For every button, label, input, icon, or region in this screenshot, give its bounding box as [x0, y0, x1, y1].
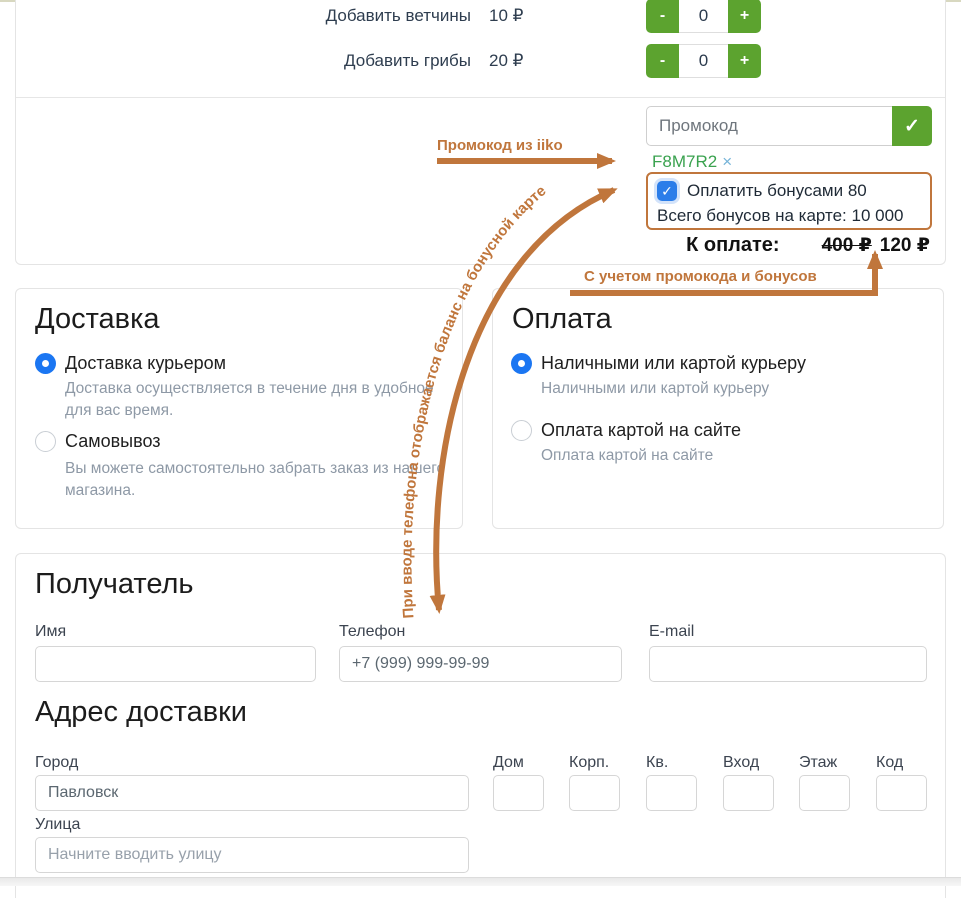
street-label: Улица — [35, 816, 80, 834]
new-price: 120 ₽ — [880, 235, 930, 256]
promo-submit-button[interactable]: ✓ — [892, 106, 932, 146]
applied-promo-code: F8M7R2 × — [652, 152, 732, 172]
addon-label: Добавить грибы — [16, 44, 471, 78]
payment-panel: Оплата Наличными или картой курьеру Нали… — [492, 288, 944, 529]
city-label: Город — [35, 754, 78, 772]
phone-label: Телефон — [339, 623, 405, 641]
checkmark-icon: ✓ — [904, 115, 920, 138]
total-annotation-text: С учетом промокода и бонусов — [584, 268, 817, 285]
addon-row-ham: Добавить ветчины 10 ₽ - 0 + — [16, 0, 945, 33]
delivery-panel: Доставка Доставка курьером Доставка осущ… — [15, 288, 463, 529]
entrance-label: Вход — [723, 754, 759, 772]
checkmark-icon: ✓ — [661, 183, 673, 200]
delivery-courier-description: Доставка осуществляется в течение дня в … — [65, 378, 447, 423]
total-label: К оплате: — [686, 234, 779, 256]
floor-input[interactable] — [799, 775, 850, 811]
bonus-balance-text: Всего бонусов на карте: 10 000 — [657, 206, 921, 226]
delivery-title: Доставка — [35, 303, 160, 336]
radio-delivery-courier[interactable] — [35, 353, 56, 374]
radio-label-cash[interactable]: Наличными или картой курьеру — [541, 353, 806, 374]
order-total: К оплате: 400 ₽ 120 ₽ — [686, 234, 930, 257]
city-input[interactable] — [35, 775, 469, 811]
radio-delivery-pickup[interactable] — [35, 431, 56, 452]
remove-promo-icon[interactable]: × — [722, 152, 732, 171]
addon-price: 10 ₽ — [489, 0, 523, 33]
plus-button[interactable]: + — [728, 44, 761, 78]
plus-button[interactable]: + — [728, 0, 761, 33]
house-input[interactable] — [493, 775, 544, 811]
page-bottom-strip — [0, 877, 961, 886]
radio-label-courier[interactable]: Доставка курьером — [65, 353, 226, 374]
apartment-label: Кв. — [646, 754, 668, 772]
cart-divider — [16, 97, 945, 98]
cart-panel: Добавить ветчины 10 ₽ - 0 + Добавить гри… — [15, 0, 946, 265]
promo-code-group: ✓ — [646, 106, 932, 146]
street-input[interactable] — [35, 837, 469, 873]
bonus-checkbox[interactable]: ✓ — [657, 181, 677, 201]
minus-button[interactable]: - — [646, 44, 679, 78]
quantity-value: 0 — [679, 0, 728, 33]
addon-price: 20 ₽ — [489, 44, 523, 78]
minus-button[interactable]: - — [646, 0, 679, 33]
phone-input[interactable] — [339, 646, 622, 682]
recipient-address-panel: Получатель Имя Телефон E-mail Адрес дост… — [15, 553, 946, 898]
payment-card-description: Оплата картой на сайте — [541, 445, 931, 467]
addon-row-mushrooms: Добавить грибы 20 ₽ - 0 + — [16, 44, 945, 78]
quantity-stepper-ham: - 0 + — [646, 0, 761, 33]
email-label: E-mail — [649, 623, 694, 641]
radio-label-pickup[interactable]: Самовывоз — [65, 431, 161, 452]
name-label: Имя — [35, 623, 66, 641]
payment-cash-description: Наличными или картой курьеру — [541, 378, 931, 400]
doorcode-label: Код — [876, 754, 903, 772]
email-input[interactable] — [649, 646, 927, 682]
payment-title: Оплата — [512, 303, 612, 336]
bonus-row: ✓ Оплатить бонусами 80 — [657, 179, 921, 203]
floor-label: Этаж — [799, 754, 837, 772]
quantity-value: 0 — [679, 44, 728, 78]
quantity-stepper-mushrooms: - 0 + — [646, 44, 761, 78]
promo-code-input[interactable] — [646, 106, 892, 146]
house-label: Дом — [493, 754, 524, 772]
addon-label: Добавить ветчины — [16, 0, 471, 33]
radio-payment-cash[interactable] — [511, 353, 532, 374]
address-title: Адрес доставки — [35, 696, 247, 729]
radio-payment-card-online[interactable] — [511, 420, 532, 441]
doorcode-input[interactable] — [876, 775, 927, 811]
building-input[interactable] — [569, 775, 620, 811]
apartment-input[interactable] — [646, 775, 697, 811]
radio-label-card-online[interactable]: Оплата картой на сайте — [541, 420, 741, 441]
entrance-input[interactable] — [723, 775, 774, 811]
old-price: 400 ₽ — [822, 235, 872, 256]
name-input[interactable] — [35, 646, 316, 682]
recipient-title: Получатель — [35, 568, 194, 601]
bonus-checkbox-label[interactable]: Оплатить бонусами 80 — [687, 181, 867, 201]
bonus-box: ✓ Оплатить бонусами 80 Всего бонусов на … — [646, 172, 932, 230]
building-label: Корп. — [569, 754, 609, 772]
delivery-pickup-description: Вы можете самостоятельно забрать заказ и… — [65, 458, 447, 503]
promo-code-text: F8M7R2 — [652, 152, 717, 171]
